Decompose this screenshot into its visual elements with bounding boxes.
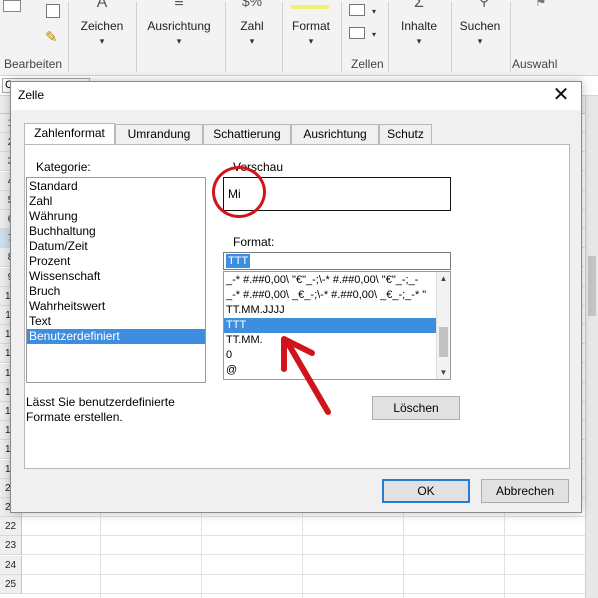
kategorie-description: Lässt Sie benutzerdefinierte Formate ers… (26, 395, 175, 424)
annotation-circle (212, 166, 266, 218)
chevron-down-icon: ▾ (176, 36, 182, 46)
kategorie-item[interactable]: Buchhaltung (27, 224, 205, 239)
kategorie-item[interactable]: Wahrheitswert (27, 299, 205, 314)
loeschen-button[interactable]: Löschen (372, 396, 460, 420)
font-icon: A (96, 0, 108, 11)
vertical-scrollbar[interactable] (585, 96, 598, 598)
ribbon: ✎ A Zeichen ▾ ≡ Ausrichtung ▾ $% Zahl ▾ … (0, 0, 598, 76)
ribbon-separator (388, 2, 389, 72)
zeichen-button[interactable]: A Zeichen ▾ (72, 0, 132, 56)
zahl-button[interactable]: $% Zahl ▾ (229, 0, 275, 56)
kategorie-label: Kategorie: (36, 160, 91, 174)
tab-umrandung[interactable]: Umrandung (115, 124, 203, 144)
kategorie-item[interactable]: Zahl (27, 194, 205, 209)
dialog-title: Zelle (18, 88, 45, 102)
table-row[interactable] (22, 556, 598, 575)
ribbon-separator (136, 2, 137, 72)
table-row[interactable] (22, 575, 598, 594)
format-list-item[interactable]: TTT (224, 318, 436, 333)
ribbon-separator (341, 2, 342, 72)
ribbon-separator (225, 2, 226, 72)
chevron-down-icon: ▾ (416, 36, 422, 46)
format-paintbrush-icon[interactable]: ✎ (45, 28, 59, 46)
auswahl-group-label: Auswahl (512, 57, 558, 71)
format-label: Format (291, 19, 330, 33)
kategorie-item[interactable]: Währung (27, 209, 205, 224)
tab-schattierung[interactable]: Schattierung (203, 124, 291, 144)
ribbon-separator (282, 2, 283, 72)
format-list-scrollbar[interactable]: ▲ ▼ (436, 272, 450, 379)
dialog-titlebar[interactable]: Zelle ✕ (11, 82, 581, 110)
paste-icon[interactable] (3, 0, 21, 12)
ausrichtung-label: Ausrichtung (147, 19, 211, 33)
ribbon-separator (451, 2, 452, 72)
format-list-item[interactable]: TT.MM.JJJJ (224, 303, 436, 318)
format-label: Format: (233, 235, 275, 249)
row-header[interactable]: 24 (0, 555, 22, 575)
table-row[interactable] (22, 517, 598, 537)
chevron-down-icon: ▾ (99, 36, 105, 46)
close-icon[interactable]: ✕ (549, 83, 573, 107)
inhalte-label: Inhalte (400, 19, 438, 33)
ok-button[interactable]: OK (382, 479, 470, 503)
kategorie-item[interactable]: Prozent (27, 254, 205, 269)
ausrichtung-button[interactable]: ≡ Ausrichtung ▾ (140, 0, 218, 56)
format-code-value: TTT (226, 254, 251, 268)
scrollbar-thumb[interactable] (588, 256, 596, 316)
tab-zahlenformat[interactable]: Zahlenformat (24, 123, 115, 145)
format-list[interactable]: _-* #.##0,00\ "€"_-;\-* #.##0,00\ "€"_-;… (223, 271, 451, 380)
inhalte-button[interactable]: Σ Inhalte ▾ (392, 0, 446, 56)
bearbeiten-group-label: Bearbeiten (4, 57, 63, 71)
chevron-down-icon: ▾ (308, 36, 314, 46)
row-header[interactable]: 25 (0, 574, 22, 594)
zahl-label: Zahl (240, 19, 264, 33)
format-list-item[interactable]: _-* #.##0,00\ "€"_-;\-* #.##0,00\ "€"_-;… (224, 273, 436, 288)
table-row[interactable] (22, 536, 598, 556)
kategorie-item[interactable]: Standard (27, 179, 205, 194)
copy-icon[interactable] (46, 4, 60, 18)
format-button[interactable]: Format ▾ (286, 0, 336, 56)
abbrechen-button[interactable]: Abbrechen (481, 479, 569, 503)
format-list-item[interactable]: TT.MM. (224, 333, 436, 348)
tab-ausrichtung[interactable]: Ausrichtung (291, 124, 379, 144)
row-header[interactable]: 23 (0, 536, 22, 556)
zeichen-label: Zeichen (80, 19, 124, 33)
suchen-button[interactable]: Suchen ▾ (455, 0, 505, 56)
insert-cells-icon[interactable] (349, 4, 365, 16)
sum-icon: Σ (414, 0, 424, 11)
format-list-item[interactable]: 0 (224, 348, 436, 363)
format-code-input[interactable]: TTT (223, 252, 451, 270)
number-format-icon: $% (241, 0, 263, 9)
ribbon-separator (68, 2, 69, 72)
chevron-down-icon[interactable]: ▾ (372, 30, 376, 39)
kategorie-item[interactable]: Datum/Zeit (27, 239, 205, 254)
suchen-label: Suchen (459, 19, 501, 33)
kategorie-item[interactable]: Bruch (27, 284, 205, 299)
align-icon: ≡ (174, 0, 184, 11)
tab-schutz[interactable]: Schutz (379, 124, 432, 144)
flag-icon[interactable]: ⚑ (535, 0, 547, 10)
format-list-item[interactable]: @ (224, 363, 436, 378)
kategorie-item[interactable]: Text (27, 314, 205, 329)
chevron-up-icon[interactable]: ▲ (437, 272, 450, 285)
chevron-down-icon: ▾ (477, 36, 483, 46)
chevron-down-icon[interactable]: ▼ (437, 366, 450, 379)
scrollbar-thumb[interactable] (439, 327, 448, 357)
row-header[interactable]: 22 (0, 517, 22, 537)
zellen-group-label: Zellen (351, 57, 384, 71)
kategorie-item[interactable]: Benutzerdefiniert (27, 329, 205, 344)
chevron-down-icon[interactable]: ▾ (372, 7, 376, 16)
chevron-down-icon: ▾ (249, 36, 255, 46)
format-list-item[interactable]: _-* #.##0,00\ _€_-;\-* #.##0,00\ _€_-;_-… (224, 288, 436, 303)
kategorie-item[interactable]: Wissenschaft (27, 269, 205, 284)
ribbon-separator (510, 2, 511, 72)
kategorie-list[interactable]: Standard Zahl Währung Buchhaltung Datum/Zeit… (26, 177, 206, 383)
cell-visibility-icon[interactable] (349, 27, 365, 39)
